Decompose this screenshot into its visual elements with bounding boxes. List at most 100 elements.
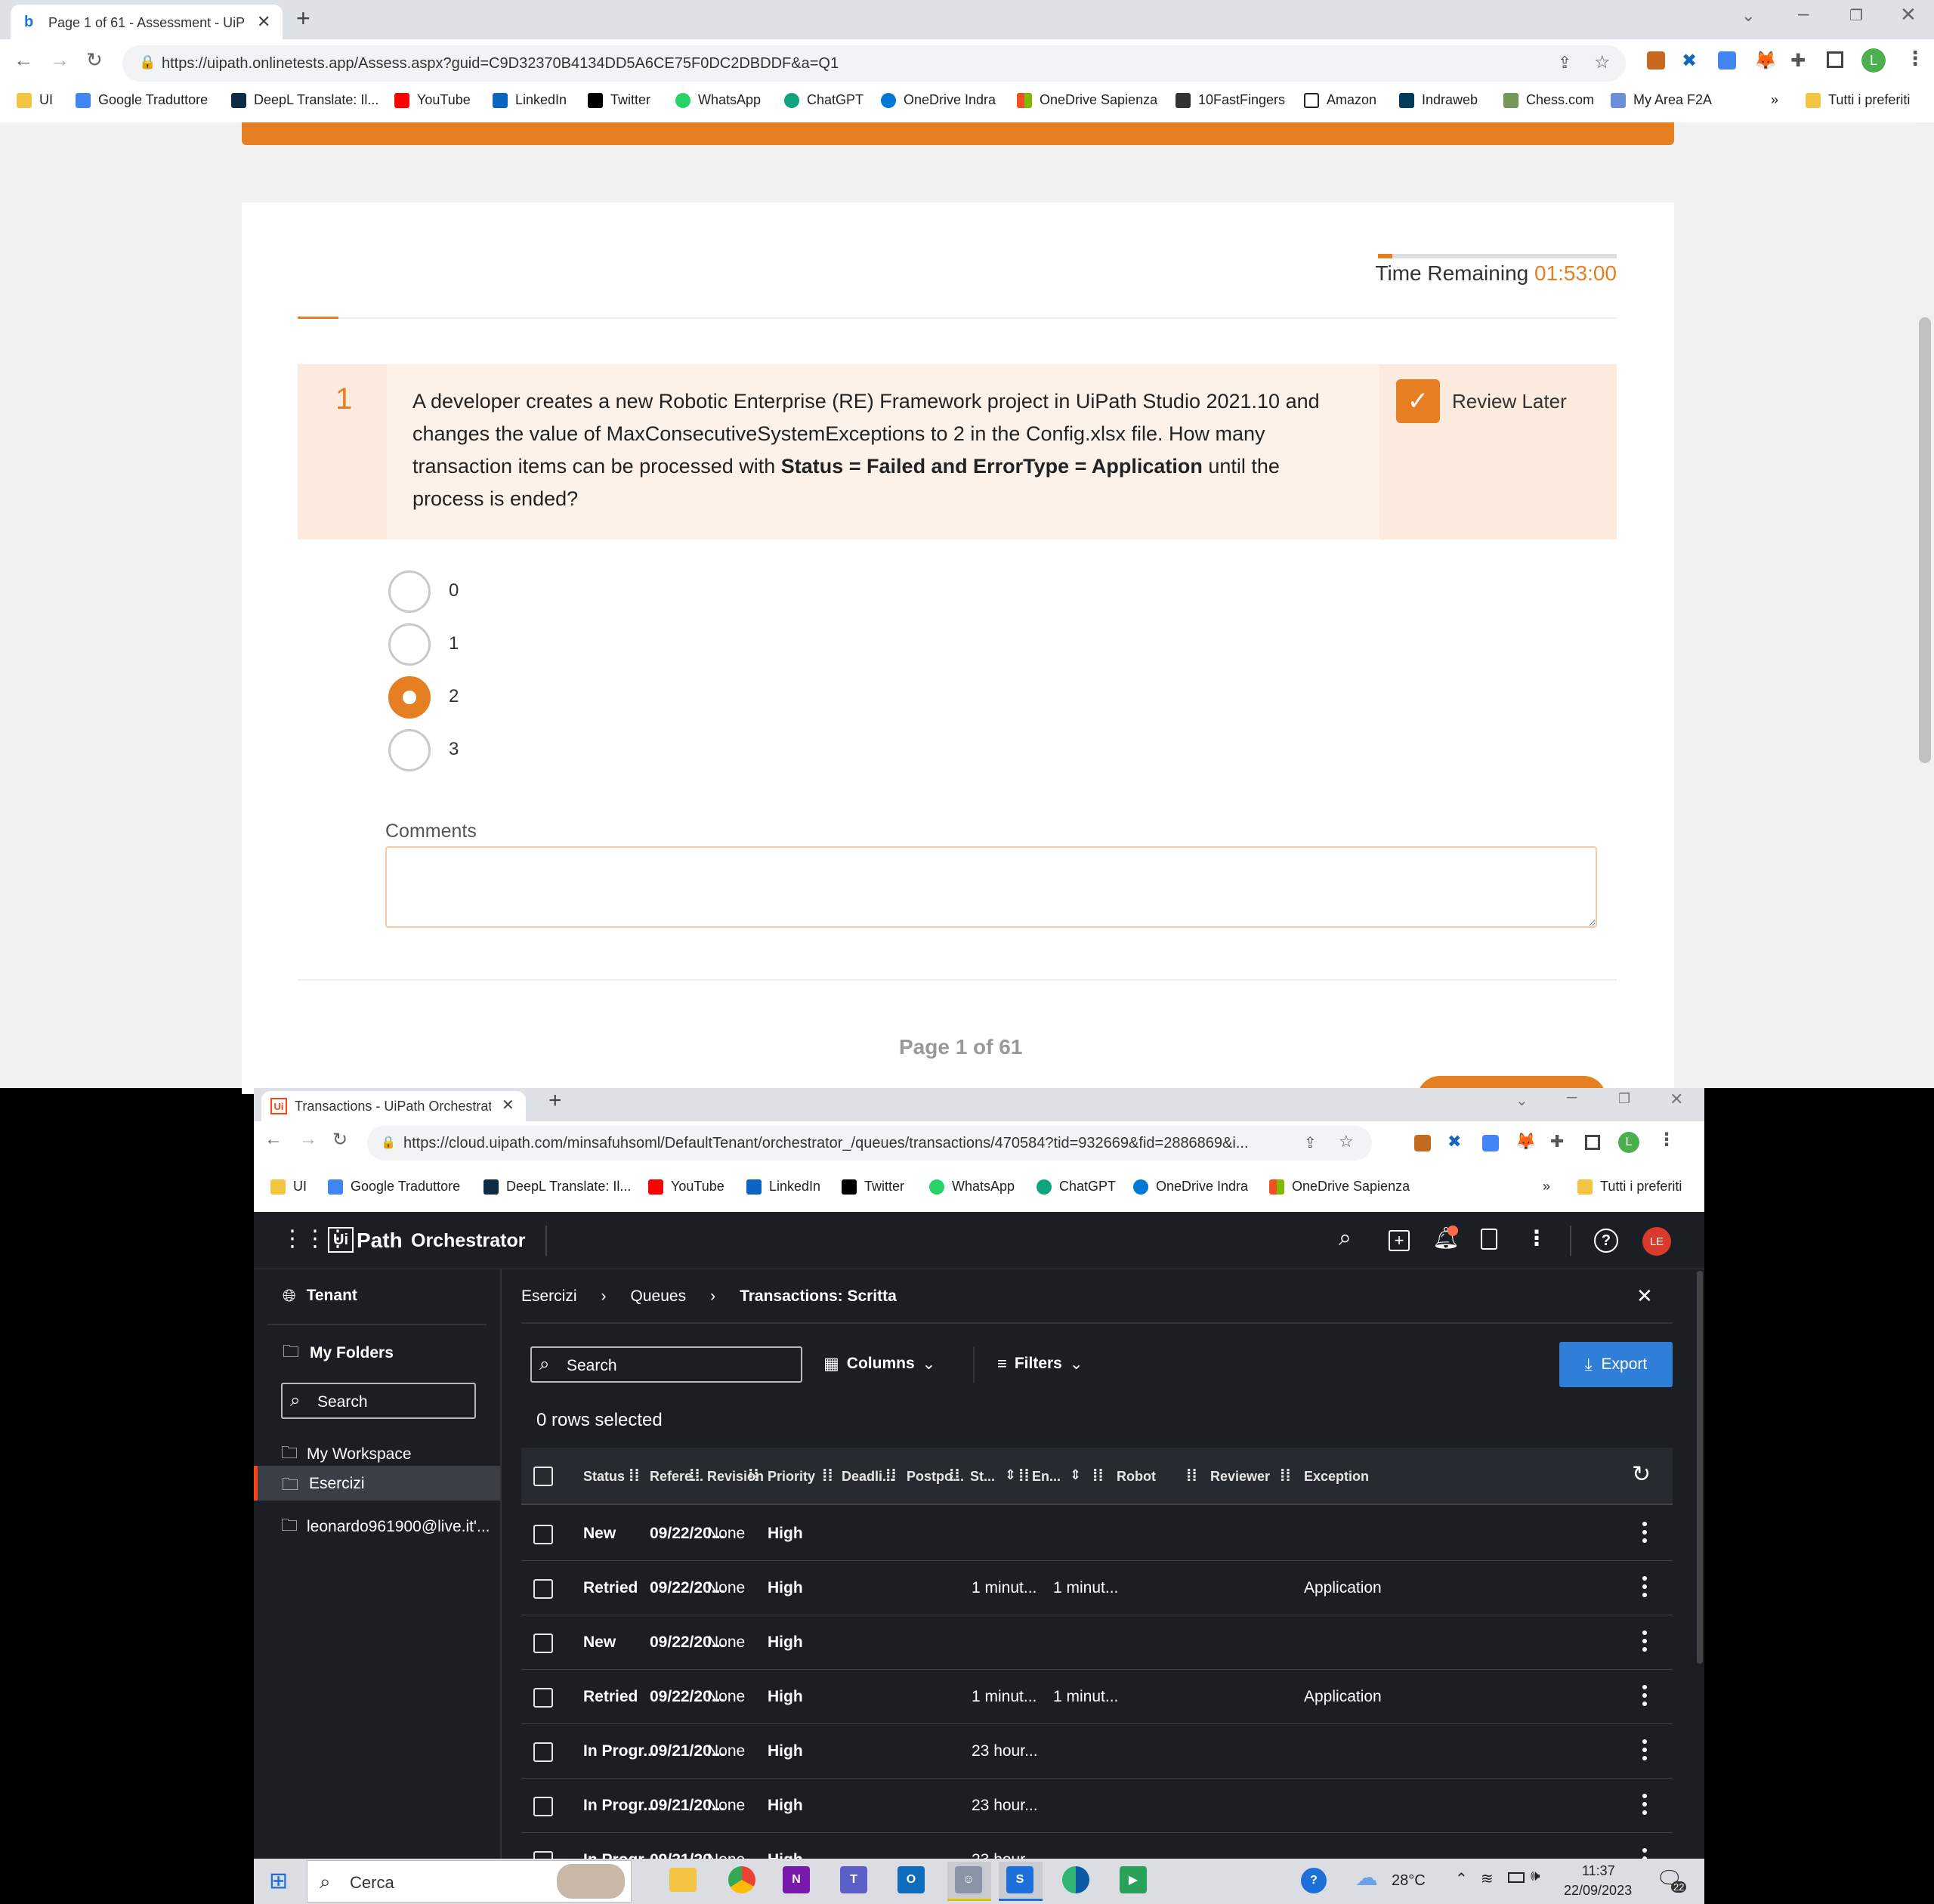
- sidebar-item-personal-workspace[interactable]: 🗀 leonardo961900@live.it'...: [281, 1513, 490, 1541]
- table-row[interactable]: In Progr...09/21/20...NoneHigh23 hour...: [521, 1724, 1673, 1779]
- header-started[interactable]: St...: [970, 1469, 995, 1485]
- close-window-icon[interactable]: ✕: [1670, 1090, 1683, 1109]
- row-checkbox[interactable]: [533, 1851, 553, 1859]
- drag-handle-icon[interactable]: ⁞⁞: [1186, 1466, 1197, 1485]
- refresh-icon[interactable]: ↻: [1632, 1461, 1651, 1488]
- bookmark-star-icon[interactable]: ☆: [1339, 1132, 1354, 1151]
- tab-search-icon[interactable]: ⌄: [1741, 6, 1755, 26]
- bookmark-chess[interactable]: Chess.com: [1503, 92, 1594, 108]
- forward-icon[interactable]: →: [299, 1129, 317, 1150]
- bookmark-amazon[interactable]: Amazon: [1304, 92, 1376, 108]
- extension-icon-2[interactable]: ✖: [1682, 50, 1697, 72]
- new-tab-icon[interactable]: +: [296, 5, 310, 32]
- menu-kebab-icon[interactable]: ⋮: [1905, 47, 1925, 70]
- table-row[interactable]: Retried 09/22/20... None High 1 minut... 1 mi…: [521, 1561, 1673, 1615]
- media-player-icon[interactable]: ▶: [1120, 1866, 1147, 1893]
- search-icon[interactable]: ⌕: [1339, 1226, 1352, 1251]
- add-icon[interactable]: +: [1389, 1230, 1410, 1251]
- option-radio-2-selected[interactable]: [388, 676, 431, 719]
- sidebar-item-my-workspace[interactable]: 🗀 My Workspace: [281, 1440, 412, 1469]
- bookmark-youtube[interactable]: YouTube: [394, 92, 471, 108]
- columns-button[interactable]: ▦ Columns ⌄: [823, 1354, 935, 1374]
- edge-icon[interactable]: [1062, 1866, 1089, 1893]
- extension-icon-2[interactable]: ✖: [1447, 1132, 1461, 1151]
- chevron-up-icon[interactable]: ⌃: [1455, 1869, 1468, 1888]
- bookmark-all-folder[interactable]: Tutti i preferiti: [1577, 1179, 1682, 1195]
- extensions-puzzle-icon[interactable]: ✚: [1790, 50, 1806, 72]
- google-translate-ext-icon[interactable]: [1718, 51, 1736, 70]
- search-input[interactable]: ⌕ Search: [530, 1346, 802, 1383]
- drag-handle-icon[interactable]: ⁞⁞: [1092, 1466, 1104, 1485]
- uipath-assistant-icon[interactable]: ☺: [955, 1866, 982, 1893]
- wifi-icon[interactable]: ≋: [1481, 1869, 1494, 1888]
- bookmark-10fastfingers[interactable]: 10FastFingers: [1176, 92, 1285, 108]
- bottom-active-tab[interactable]: Ui Transactions - UiPath Orchestrat ✕: [261, 1091, 526, 1121]
- bottom-address-bar[interactable]: 🔒 https://cloud.uipath.com/minsafuhsoml/…: [367, 1126, 1372, 1161]
- sidebar-search-input[interactable]: ⌕ Search: [281, 1383, 476, 1419]
- option-radio-1[interactable]: [388, 623, 431, 666]
- header-status[interactable]: Status: [583, 1469, 625, 1485]
- bookmark-onedrive-sapienza[interactable]: OneDrive Sapienza: [1017, 92, 1157, 108]
- drag-handle-icon[interactable]: ⁞⁞: [1018, 1466, 1030, 1485]
- uipath-studio-icon[interactable]: S: [1006, 1866, 1033, 1893]
- table-row[interactable]: In Progr...09/21/20...NoneHigh23 hour...: [521, 1833, 1673, 1859]
- row-actions-kebab-icon[interactable]: [1642, 1630, 1647, 1655]
- review-later-checkbox[interactable]: ✓: [1396, 379, 1440, 423]
- extension-icon-1[interactable]: [1647, 51, 1665, 70]
- row-checkbox[interactable]: [533, 1579, 553, 1599]
- close-window-icon[interactable]: ✕: [1900, 3, 1917, 26]
- option-radio-0[interactable]: [388, 570, 431, 613]
- chrome-icon[interactable]: [728, 1866, 755, 1893]
- bookmark-whatsapp[interactable]: WhatsApp: [929, 1179, 1015, 1195]
- sort-icon[interactable]: ⇕: [1070, 1467, 1081, 1483]
- close-tab-icon[interactable]: ✕: [502, 1096, 514, 1114]
- bookmark-onedrive-sapienza[interactable]: OneDrive Sapienza: [1269, 1179, 1410, 1195]
- bookmark-chatgpt[interactable]: ChatGPT: [784, 92, 864, 108]
- drag-handle-icon[interactable]: ⁞⁞: [1280, 1466, 1291, 1485]
- row-checkbox[interactable]: [533, 1525, 553, 1544]
- google-translate-ext-icon[interactable]: [1482, 1135, 1499, 1151]
- menu-kebab-icon[interactable]: ⋮: [1657, 1129, 1676, 1151]
- drag-handle-icon[interactable]: ⁞⁞: [949, 1466, 960, 1485]
- drag-handle-icon[interactable]: ⁞⁞: [822, 1466, 833, 1485]
- header-reviewer[interactable]: Reviewer: [1210, 1469, 1270, 1485]
- tab-search-icon[interactable]: ⌄: [1515, 1091, 1528, 1110]
- bookmark-my-area-f2a[interactable]: My Area F2A: [1611, 92, 1712, 108]
- table-row[interactable]: New 09/22/20... None High: [521, 1507, 1673, 1561]
- select-all-checkbox[interactable]: [533, 1467, 553, 1486]
- bookmark-twitter[interactable]: Twitter: [842, 1179, 904, 1195]
- side-panel-icon[interactable]: [1585, 1135, 1600, 1150]
- page-scrollbar-thumb[interactable]: [1919, 317, 1931, 763]
- row-checkbox[interactable]: [533, 1688, 553, 1708]
- back-icon[interactable]: ←: [264, 1129, 283, 1150]
- top-active-tab[interactable]: b Page 1 of 61 - Assessment - UiP ✕: [11, 5, 283, 39]
- drag-handle-icon[interactable]: ⁞⁞: [748, 1466, 759, 1485]
- reload-icon[interactable]: ↻: [86, 48, 103, 72]
- header-exception[interactable]: Exception: [1304, 1469, 1369, 1485]
- bookmark-chatgpt[interactable]: ChatGPT: [1037, 1179, 1116, 1195]
- bookmark-star-icon[interactable]: ☆: [1594, 51, 1611, 73]
- teams-icon[interactable]: T: [840, 1866, 867, 1893]
- option-radio-3[interactable]: [388, 729, 431, 771]
- minimize-icon[interactable]: –: [1567, 1086, 1577, 1108]
- reload-icon[interactable]: ↻: [332, 1129, 348, 1151]
- bookmark-youtube[interactable]: YouTube: [648, 1179, 724, 1195]
- export-button[interactable]: ⤓ Export: [1559, 1342, 1673, 1387]
- help-icon[interactable]: ?: [1594, 1229, 1618, 1253]
- weather-temp[interactable]: 28°C: [1392, 1872, 1426, 1890]
- top-address-bar[interactable]: 🔒 https://uipath.onlinetests.app/Assess.…: [122, 45, 1626, 82]
- document-icon[interactable]: [1481, 1229, 1497, 1250]
- restore-icon[interactable]: ❐: [1618, 1091, 1630, 1107]
- page-scrollbar[interactable]: [1916, 122, 1934, 1088]
- app-scrollbar[interactable]: [1694, 1269, 1704, 1859]
- close-tab-icon[interactable]: ✕: [257, 12, 270, 32]
- drag-handle-icon[interactable]: ⁞⁞: [629, 1466, 640, 1485]
- share-icon[interactable]: ⇪: [1304, 1133, 1317, 1152]
- file-explorer-icon[interactable]: [669, 1868, 697, 1892]
- bookmark-indraweb[interactable]: Indraweb: [1399, 92, 1478, 108]
- help-tray-icon[interactable]: ?: [1301, 1868, 1327, 1893]
- breadcrumb-esercizi[interactable]: Esercizi: [521, 1287, 577, 1306]
- bookmark-onedrive-indra[interactable]: OneDrive Indra: [881, 92, 996, 108]
- forward-icon[interactable]: →: [50, 48, 70, 72]
- row-checkbox[interactable]: [533, 1797, 553, 1816]
